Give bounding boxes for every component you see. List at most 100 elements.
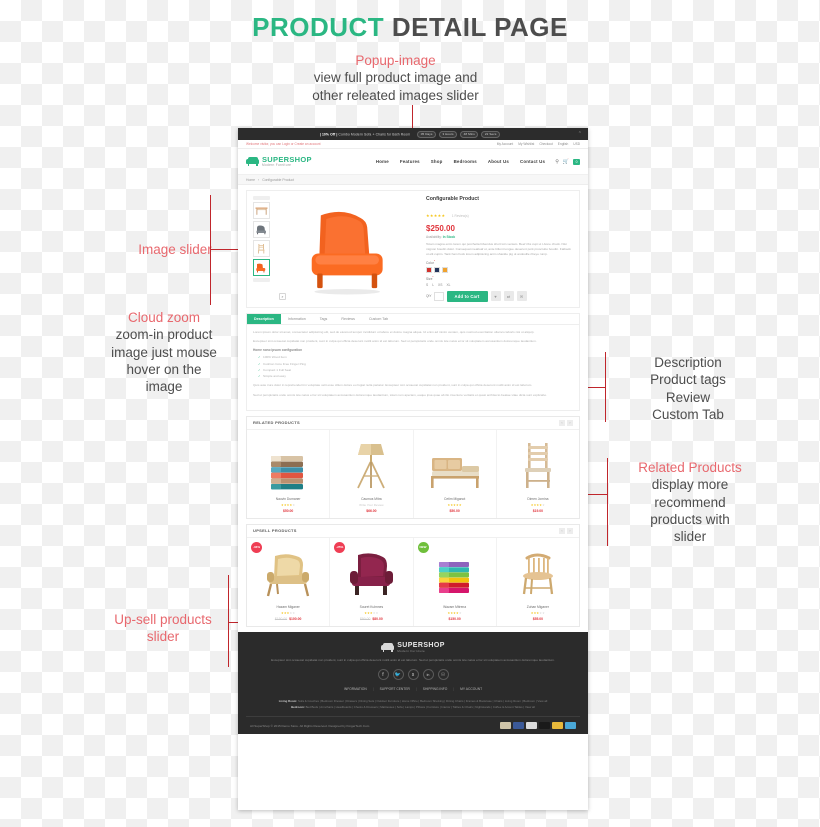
thumbnail-orange-chair[interactable] [253,259,270,276]
product-image [519,544,557,600]
link-my-wishlist[interactable]: My Wishlist [518,142,534,146]
upsell-prev-button[interactable]: ‹ [559,527,565,534]
related-products-grid: Nauvin Dumaner ★★★★★ $50.00 Caumus Mitra… [247,429,579,518]
product-card[interactable]: NEW Wazam Mitrena ★★★★★ $150.00 [414,537,497,626]
product-name: Cetim Miganot [443,496,466,501]
wood-spindle-chair-icon [522,553,554,595]
footer-text-line2: perspiciatis unde omnis iste natus error… [428,657,555,662]
thumbnail-table[interactable] [253,202,270,219]
site-logo[interactable]: SUPERSHOP Modern Furniture [246,156,312,168]
size-option-s[interactable]: S [426,283,428,287]
welcome-links: My Account My Wishlist Checkout English … [497,142,580,146]
footer-link-my-account[interactable]: MY ACCOUNT [460,687,482,691]
color-swatch-orange[interactable] [442,266,448,273]
nav-item-home[interactable]: Home [376,159,389,164]
product-price: $150.00 [448,616,461,621]
page-title: PRODUCT DETAIL PAGE [0,12,820,43]
maestro-card-icon [565,722,576,730]
page-content: ⌕ Configurable Product ★★★★★ 1 Review(s)… [238,185,588,627]
nav-item-shop[interactable]: Shop [431,159,443,164]
twitter-icon[interactable]: 🐦 [392,669,404,681]
tab-information[interactable]: Information [281,314,313,324]
annotation-image-slider-head: Image slider [138,242,212,257]
add-to-cart-button[interactable]: Add to Cart [446,290,488,302]
product-stars: ★★★★★ [364,610,379,615]
wishlist-button[interactable]: ♥ [490,291,501,301]
language-selector[interactable]: English [558,142,568,146]
product-card[interactable]: Cetim Miganot ★★★★★ $50.00 [414,429,497,518]
nav-item-bedrooms[interactable]: Bedrooms [454,159,477,164]
product-card[interactable]: Nauvin Dumaner ★★★★★ $50.00 [247,429,331,518]
size-option-xs[interactable]: XS [438,283,442,287]
nav-item-contact-us[interactable]: Contact Us [520,159,545,164]
color-towels-icon [438,561,469,593]
color-swatch-red[interactable] [426,266,432,273]
thumbnail-gray-armchair[interactable] [253,221,270,238]
email-button[interactable]: ✉ [516,291,527,301]
zoom-magnifier-icon[interactable]: ⌕ [279,292,286,300]
facebook-icon[interactable]: f [377,669,389,681]
color-swatch-navy[interactable] [434,266,440,273]
link-checkout[interactable]: Checkout [539,142,552,146]
tab-reviews[interactable]: Reviews [334,314,362,324]
footer-link-shipping-info[interactable]: SHIPPING INFO [423,687,448,691]
compare-button[interactable]: ⇄ [503,291,514,301]
product-tabs: Description Information Tags Reviews Cus… [247,313,579,325]
image-slider-thumbnails [252,196,271,302]
nav-item-about-us[interactable]: About Us [488,159,509,164]
thumbnail-prev-arrow[interactable] [253,196,270,200]
tab-description[interactable]: Description [247,313,281,324]
product-card[interactable]: -33% Hazam Miganer ★★★★★ $150.00 $100.00 [247,537,331,626]
product-image [521,436,555,492]
footer-link-information[interactable]: INFORMATION [344,687,367,691]
product-card[interactable]: Zuhan Miganer ★★★★★ $55.00 [497,538,579,626]
annotation-bracket-related [607,458,608,546]
sale-badge: -25% [334,541,346,553]
mastercard-card-icon [552,722,563,730]
annotation-bracket-image-slider [210,195,211,305]
thumbnail-next-arrow[interactable] [253,278,270,282]
quantity-input[interactable] [433,291,444,301]
breadcrumb-home[interactable]: Home [246,178,255,182]
product-availability: Availability: In Stock [426,235,574,239]
copyright-text: All SuperShop © 2015 Demo Store. All Rig… [250,723,370,728]
size-option-l[interactable]: L [432,283,434,287]
product-review-link[interactable]: Write Your Review [359,503,383,507]
pinterest-icon[interactable]: ☉ [437,669,449,681]
thumbnail-wood-chair[interactable] [253,240,270,257]
product-main-image[interactable]: ⌕ [277,196,420,302]
tab-tags[interactable]: Tags [313,314,335,324]
annotation-cloud-zoom-line2: image just mouse [111,344,217,360]
cart-icon[interactable]: 🛒 [563,159,569,165]
product-card[interactable]: Dimen Jomina ★★★★★ $19.00 [497,430,579,518]
linkedin-icon[interactable]: in [422,669,434,681]
upsell-next-button[interactable]: › [567,527,573,534]
currency-selector[interactable]: USD [573,142,580,146]
skype-icon[interactable]: s [407,669,419,681]
related-next-button[interactable]: › [567,419,573,426]
tab-features-list: 100% Wood Item Cushion Core Free Finger … [253,355,573,379]
related-prev-button[interactable]: ‹ [559,419,565,426]
product-card[interactable]: Caumus Mitra Write Your Review $66.00 [330,429,414,518]
upsell-products-grid: -33% Hazam Miganer ★★★★★ $150.00 $100.00… [247,537,579,626]
annotation-tabs: Description Product tags Review Custom T… [598,354,778,423]
footer-link-support-center[interactable]: SUPPORT CENTER [380,687,410,691]
payment-card-icons [500,722,576,730]
product-card[interactable]: -25% Souret Kulmnes ★★★★★ $90.00 $80.00 [330,537,414,626]
purple-armchair-icon [350,553,394,595]
search-icon[interactable]: ⚲ [555,159,559,165]
annotation-cloud-zoom-line1: zoom-in product [115,327,213,343]
size-option-xl[interactable]: XL [446,283,450,287]
size-option-label: Size* [426,275,434,282]
nav-item-features[interactable]: Features [400,159,420,164]
sale-badge: -33% [251,541,262,553]
site-footer: SUPERSHOP Modern Furniture Excepteur sin… [238,631,588,735]
review-count[interactable]: 1 Review(s) [452,214,469,218]
footer-category-items[interactable]: Sofa & Couches | Bedroom Dresser | Drawe… [298,699,547,703]
product-image [265,436,311,492]
link-my-account[interactable]: My Account [497,142,513,146]
tab-custom[interactable]: Custom Tab [362,314,395,324]
product-price: $50.00 [282,508,294,513]
promo-collapse-icon[interactable]: ⌃ [578,131,584,137]
footer-category-items[interactable]: Bed Beds | Armchairs | Headboards | Ches… [306,705,535,709]
